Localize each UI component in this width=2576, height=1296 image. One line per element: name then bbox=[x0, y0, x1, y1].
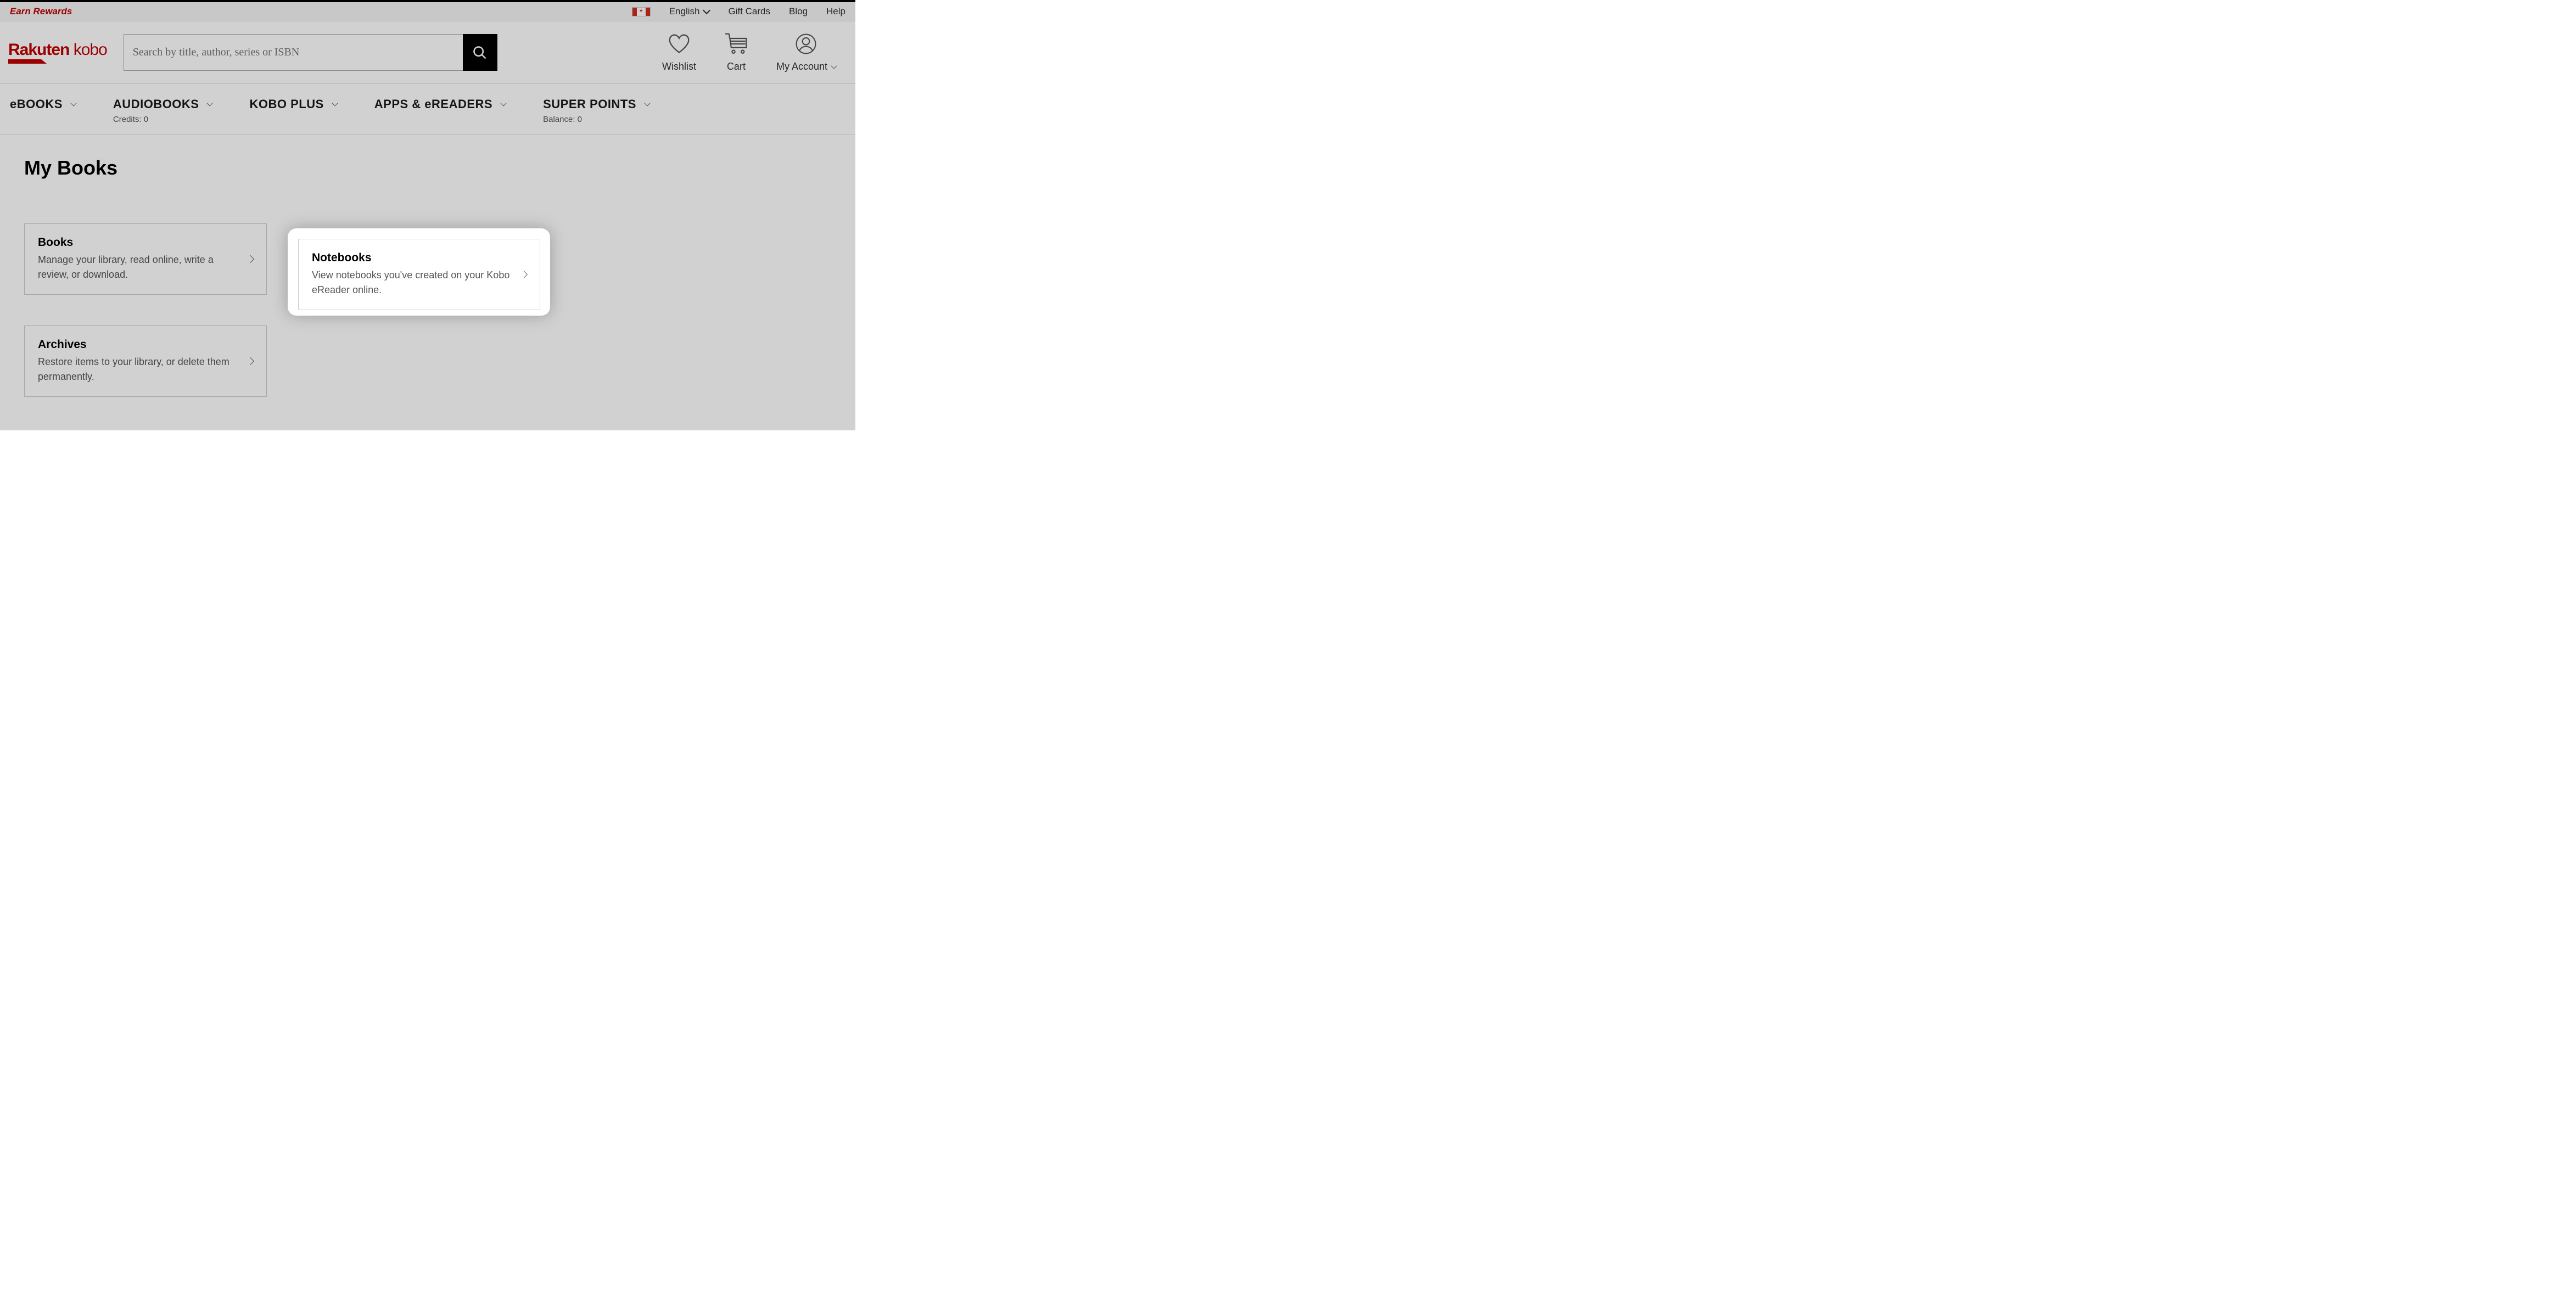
cart-label: Cart bbox=[727, 61, 746, 72]
chevron-right-icon bbox=[520, 271, 528, 278]
account-label: My Account bbox=[776, 61, 827, 72]
nav-ebooks[interactable]: eBOOKS bbox=[10, 97, 76, 124]
search-button[interactable] bbox=[463, 34, 497, 71]
gift-cards-link[interactable]: Gift Cards bbox=[728, 6, 770, 17]
site-logo[interactable]: Rakuten kobo bbox=[8, 42, 107, 64]
account-button[interactable]: My Account bbox=[776, 32, 836, 72]
chevron-down-icon bbox=[70, 100, 76, 106]
chevron-right-icon bbox=[247, 357, 254, 365]
account-label-wrap: My Account bbox=[776, 61, 836, 72]
wishlist-label: Wishlist bbox=[662, 61, 696, 72]
search-input[interactable] bbox=[124, 34, 463, 71]
card-title: Notebooks bbox=[312, 251, 512, 265]
chevron-down-icon bbox=[500, 100, 506, 106]
cart-button[interactable]: Cart bbox=[724, 32, 749, 72]
main-header: Rakuten kobo Wishlist Cart M bbox=[0, 21, 855, 84]
primary-nav: eBOOKS AUDIOBOOKS Credits: 0 KOBO PLUS A… bbox=[0, 84, 855, 134]
nav-apps-ereaders[interactable]: APPS & eREADERS bbox=[374, 97, 506, 124]
help-link[interactable]: Help bbox=[826, 6, 845, 17]
card-desc: Restore items to your library, or delete… bbox=[38, 355, 239, 384]
nav-super-points[interactable]: SUPER POINTS Balance: 0 bbox=[543, 97, 649, 124]
logo-kobo-text: kobo bbox=[74, 41, 107, 59]
logo-rakuten: Rakuten bbox=[8, 41, 69, 59]
card-archives[interactable]: Archives Restore items to your library, … bbox=[24, 326, 267, 397]
card-text: Archives Restore items to your library, … bbox=[38, 338, 248, 384]
chevron-down-icon bbox=[332, 100, 338, 106]
language-label: English bbox=[669, 6, 700, 17]
nav-kobo-plus[interactable]: KOBO PLUS bbox=[249, 97, 337, 124]
search-icon bbox=[472, 45, 488, 60]
header-actions: Wishlist Cart My Account bbox=[662, 32, 847, 72]
chevron-right-icon bbox=[247, 255, 254, 263]
chevron-down-icon bbox=[644, 100, 650, 106]
earn-rewards-link[interactable]: Earn Rewards bbox=[10, 6, 72, 17]
card-text: Notebooks View notebooks you've created … bbox=[312, 251, 521, 298]
utility-bar: Earn Rewards ✦ English Gift Cards Blog H… bbox=[0, 2, 855, 21]
utility-links: ✦ English Gift Cards Blog Help bbox=[632, 6, 845, 17]
chevron-down-icon bbox=[207, 100, 213, 106]
blog-link[interactable]: Blog bbox=[789, 6, 808, 17]
card-desc: Manage your library, read online, write … bbox=[38, 253, 239, 282]
nav-item-label: AUDIOBOOKS bbox=[113, 97, 199, 111]
chevron-down-icon bbox=[831, 63, 837, 69]
chevron-down-icon bbox=[703, 7, 710, 14]
card-text: Books Manage your library, read online, … bbox=[38, 236, 248, 282]
nav-item-label: KOBO PLUS bbox=[249, 97, 323, 111]
user-icon bbox=[796, 33, 816, 54]
card-desc: View notebooks you've created on your Ko… bbox=[312, 268, 512, 298]
card-books[interactable]: Books Manage your library, read online, … bbox=[24, 223, 267, 295]
nav-audiobooks[interactable]: AUDIOBOOKS Credits: 0 bbox=[113, 97, 212, 124]
logo-underline-icon bbox=[8, 59, 47, 64]
nav-item-label: SUPER POINTS bbox=[543, 97, 636, 111]
heart-icon bbox=[668, 33, 691, 54]
page-title: My Books bbox=[24, 156, 831, 179]
language-selector[interactable]: English bbox=[669, 6, 710, 17]
nav-item-sub: Balance: 0 bbox=[543, 115, 649, 124]
nav-item-label: APPS & eREADERS bbox=[374, 97, 492, 111]
wishlist-button[interactable]: Wishlist bbox=[662, 32, 696, 72]
search-bar bbox=[124, 34, 497, 71]
logo-kobo bbox=[69, 41, 73, 59]
country-flag-icon[interactable]: ✦ bbox=[632, 7, 651, 16]
card-notebooks[interactable]: Notebooks View notebooks you've created … bbox=[298, 239, 540, 310]
cart-icon bbox=[724, 33, 749, 55]
nav-item-label: eBOOKS bbox=[10, 97, 63, 111]
card-title: Archives bbox=[38, 338, 239, 351]
nav-item-sub: Credits: 0 bbox=[113, 115, 212, 124]
card-title: Books bbox=[38, 236, 239, 249]
